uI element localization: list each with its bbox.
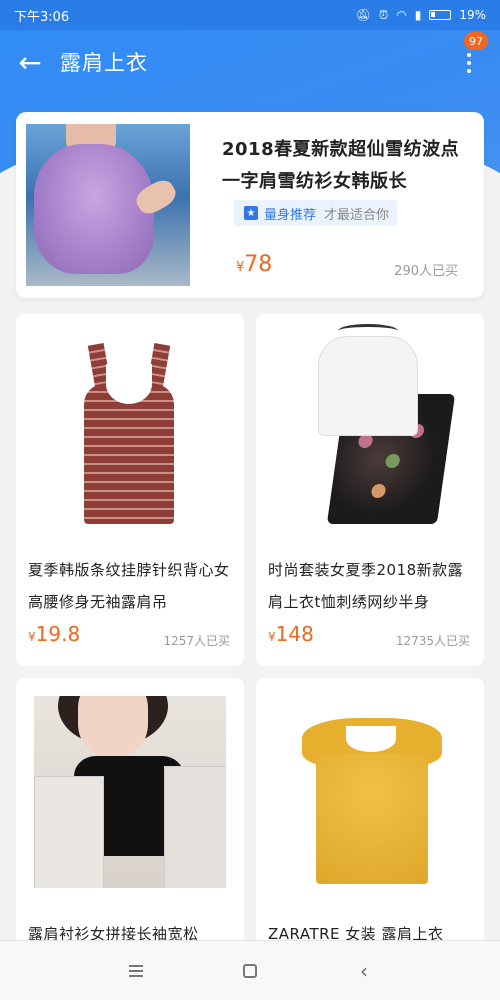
product-card[interactable]: 夏季韩版条纹挂脖针织背心女高腰修身无袖露肩吊 ¥19.8 1257人已买 [16, 314, 244, 666]
featured-sold-count: 290人已买 [394, 264, 458, 279]
featured-product-image [26, 124, 190, 286]
home-button[interactable] [235, 956, 265, 986]
top-navbar: ← 露肩上衣 97 [0, 30, 500, 94]
product-image [256, 678, 484, 906]
product-sold-count: 12735人已买 [395, 634, 470, 648]
system-navigation-bar: ‹ [0, 940, 500, 1000]
product-title: 夏季韩版条纹挂脖针织背心女高腰修身无袖露肩吊 [28, 561, 230, 611]
product-sold-count: 1257人已买 [163, 634, 230, 648]
more-dot [467, 61, 471, 65]
price-value: 19.8 [35, 622, 81, 646]
more-menu-button[interactable] [456, 48, 482, 78]
status-icons: 🔕︎ ⏰︎ ◠ ▮ 19% [356, 8, 486, 23]
price-value: 148 [275, 622, 314, 646]
product-image [256, 314, 484, 542]
tag-sub-label: 才最适合你 [324, 207, 390, 223]
home-icon [243, 963, 257, 978]
signal-icon: ▮ [414, 8, 422, 22]
star-icon: ★ [244, 206, 258, 220]
product-image [16, 314, 244, 542]
more-dot [467, 69, 471, 73]
alarm-icon: ⏰︎ [378, 7, 389, 22]
currency-symbol: ¥ [28, 630, 36, 644]
status-bar: 下午3:06 🔕︎ ⏰︎ ◠ ▮ 19% [0, 0, 500, 30]
product-image [16, 678, 244, 906]
mute-icon: 🔕︎ [355, 8, 371, 22]
menu-icon[interactable] [121, 956, 151, 986]
more-dot [467, 53, 471, 57]
back-arrow-icon[interactable]: ← [0, 30, 60, 94]
product-price: ¥148 [268, 622, 314, 646]
product-card[interactable]: 时尚套装女夏季2018新款露肩上衣t恤刺绣网纱半身 ¥148 12735人已买 [256, 314, 484, 666]
recommend-tag: ★ 量身推荐 才最适合你 [234, 200, 398, 226]
product-title: 时尚套装女夏季2018新款露肩上衣t恤刺绣网纱半身 [268, 561, 464, 611]
featured-price: ¥78 [236, 252, 272, 277]
notification-badge: 97 [464, 32, 488, 50]
featured-product-title: 2018春夏新款超仙雪纺波点一字肩雪纺衫女韩版长 [222, 139, 460, 192]
status-time: 下午3:06 [14, 9, 70, 25]
price-value: 78 [244, 252, 273, 277]
tag-main-label: 量身推荐 [264, 207, 317, 223]
page-title: 露肩上衣 [60, 51, 148, 75]
back-icon[interactable]: ‹ [349, 956, 379, 986]
product-price: ¥19.8 [28, 622, 80, 646]
battery-percent: 19% [459, 8, 486, 22]
battery-icon [429, 10, 452, 20]
currency-symbol: ¥ [268, 630, 276, 644]
wifi-icon: ◠ [396, 8, 407, 22]
featured-product-card[interactable]: 2018春夏新款超仙雪纺波点一字肩雪纺衫女韩版长 ★ 量身推荐 才最适合你 ¥7… [16, 112, 484, 298]
